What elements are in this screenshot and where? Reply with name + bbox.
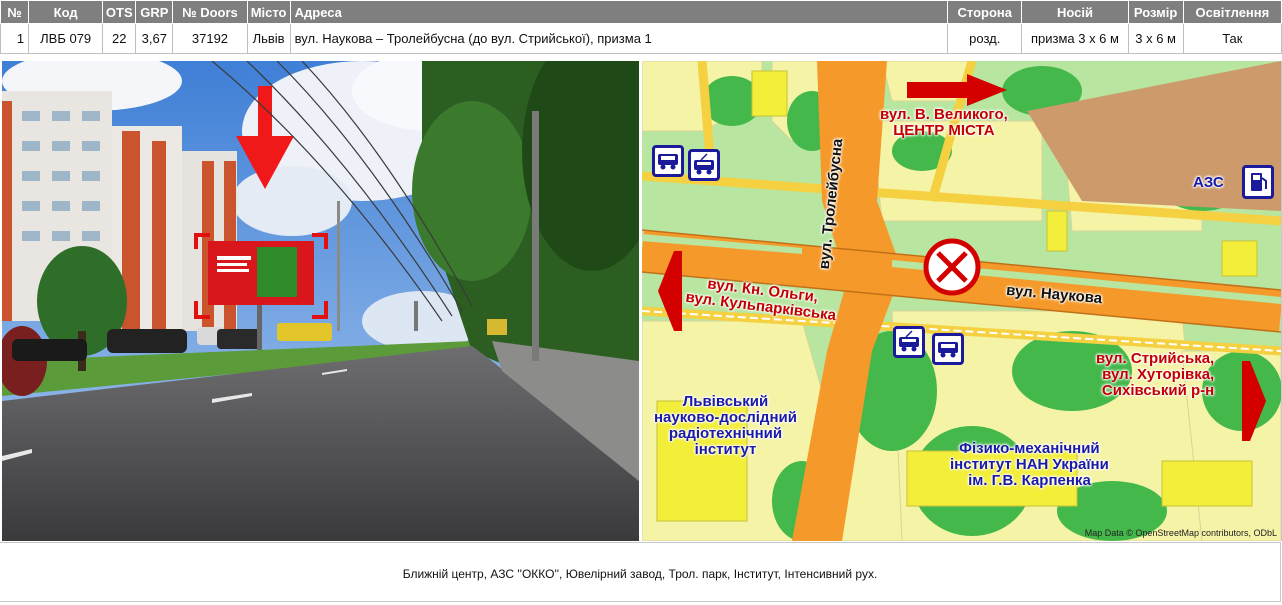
location-map: вул. В. Великого, ЦЕНТР МІСТА АЗС вул. Т… <box>642 61 1282 541</box>
header-size: Розмір <box>1127 0 1184 24</box>
header-ots: OTS <box>102 0 137 24</box>
header-num: № <box>0 0 30 24</box>
header-lighting: Освітлення <box>1182 0 1282 24</box>
map-credit: Map Data © OpenStreetMap contributors, O… <box>1084 528 1277 538</box>
header-doors: № Doors <box>172 0 248 24</box>
map-label-physics-institute: Фізико-механічний інститут НАН України і… <box>950 440 1109 489</box>
cell-lighting: Так <box>1182 23 1282 54</box>
cell-size: 3 х 6 м <box>1127 23 1184 54</box>
table-header-row: № Код OTS GRP № Doors Місто Адреса Сторо… <box>0 0 1282 24</box>
map-label-city-center: вул. В. Великого, ЦЕНТР МІСТА <box>880 106 1008 139</box>
billboard-info-table: № Код OTS GRP № Doors Місто Адреса Сторо… <box>0 0 1282 54</box>
nearby-landmarks-text: Ближній центр, АЗС ''ОККО'', Ювелірний з… <box>402 567 878 581</box>
map-label-stryiska-street: вул. Стрийська, вул. Хуторівка, Сихівськ… <box>1096 350 1215 399</box>
bus-stop-icon <box>652 145 684 177</box>
nearby-landmarks-footer: Ближній центр, АЗС ''ОККО'', Ювелірний з… <box>0 542 1281 602</box>
cell-num: 1 <box>0 23 30 54</box>
bus-stop-icon <box>932 333 964 365</box>
cell-ots: 22 <box>102 23 137 54</box>
header-grp: GRP <box>135 0 174 24</box>
header-code: Код <box>28 0 104 24</box>
cell-city: Львів <box>246 23 291 54</box>
table-row: 1 ЛВБ 079 22 3,67 37192 Львів вул. Науко… <box>0 23 1282 54</box>
cell-address: вул. Наукова – Тролейбусна (до вул. Стри… <box>289 23 949 54</box>
street-photo <box>2 61 639 541</box>
header-side: Сторона <box>947 0 1023 24</box>
trolleybus-stop-icon <box>688 149 720 181</box>
cell-code: ЛВБ 079 <box>28 23 104 54</box>
cell-doors: 37192 <box>172 23 248 54</box>
cell-grp: 3,67 <box>135 23 174 54</box>
map-label-fuel-station: АЗС <box>1193 174 1224 191</box>
map-label-lviv-institute: Львівський науково-дослідний радіотехніч… <box>654 393 797 458</box>
cell-carrier: призма 3 х 6 м <box>1021 23 1129 54</box>
header-address: Адреса <box>289 0 949 24</box>
header-carrier: Носій <box>1021 0 1129 24</box>
fuel-station-icon <box>1242 165 1274 199</box>
trolleybus-stop-icon <box>893 326 925 358</box>
header-city: Місто <box>246 0 291 24</box>
cell-side: розд. <box>947 23 1023 54</box>
